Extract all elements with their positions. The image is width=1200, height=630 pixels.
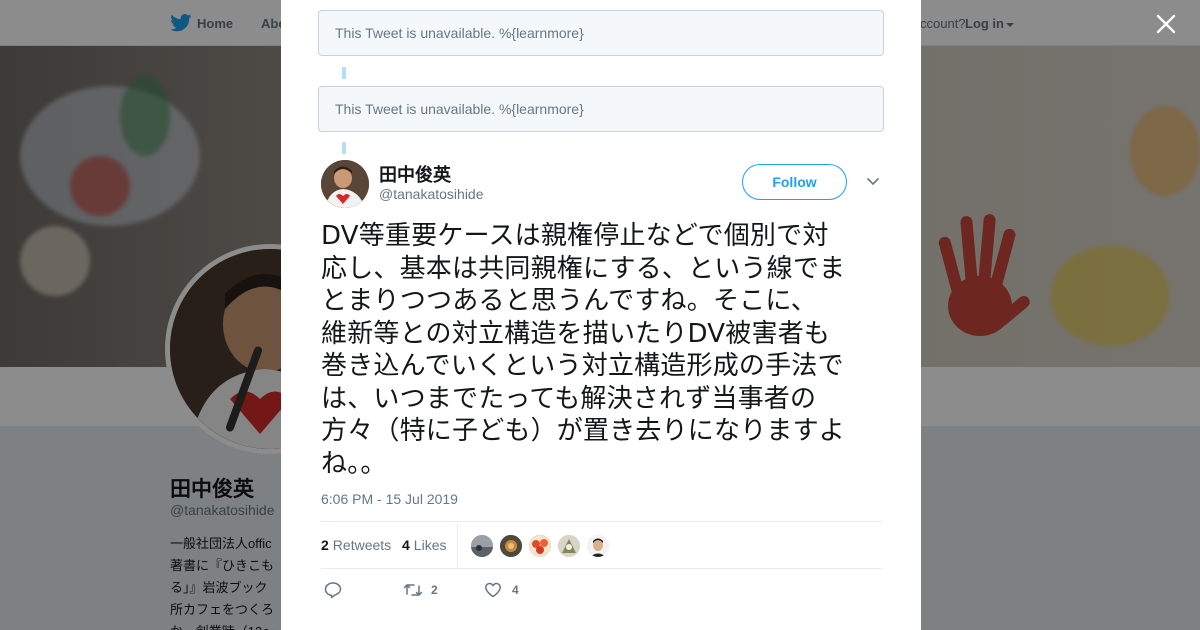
liker-avatar[interactable] [498, 533, 524, 559]
retweets-count: 2 [321, 537, 329, 553]
likes-count: 4 [402, 537, 410, 553]
tweet-author-handle[interactable]: @tanakatosihide [379, 186, 484, 202]
tweet-text-line: とまりつつあると思うんですね。そこに、 [321, 286, 817, 316]
tweet-author-name[interactable]: 田中俊英 [379, 161, 451, 187]
like-count: 4 [512, 583, 519, 597]
close-icon[interactable] [1155, 13, 1177, 35]
unavailable-tweet-notice: This Tweet is unavailable. %{learnmore} [318, 10, 884, 56]
retweets-stat[interactable]: 2 Retweets [321, 537, 391, 553]
tweet-text-line: 応し、基本は共同親権にする、という線でま [321, 253, 846, 284]
chevron-down-icon[interactable] [865, 176, 881, 188]
liker-avatar[interactable] [585, 533, 611, 559]
thread-connector [342, 142, 346, 154]
tweet-text-line: は、いつまでたっても解決されず当事者の [321, 383, 817, 414]
tweet-text-line: 方々（特に子ども）が置き去りになりますよ [321, 416, 846, 446]
thread-connector [342, 67, 346, 79]
retweet-count: 2 [431, 583, 438, 597]
likes-label: Likes [413, 537, 447, 553]
reply-icon [324, 582, 342, 599]
tweet-text-line: 巻き込んでいくという対立構造形成の手法で [321, 351, 844, 381]
tweet-text-line: ね。。 [321, 448, 387, 479]
tweet-text-line: 維新等との対立構造を描いたりDV被害者も [321, 318, 831, 349]
retweets-label: Retweets [332, 537, 392, 553]
liker-photo [558, 535, 580, 557]
likes-stat[interactable]: 4 Likes [402, 537, 446, 553]
tweet-timestamp[interactable]: 6:06 PM - 15 Jul 2019 [321, 491, 458, 507]
liker-photo [471, 535, 493, 557]
heart-icon [485, 582, 501, 598]
follow-button[interactable]: Follow [742, 164, 847, 200]
tweet-author-photo [321, 160, 369, 208]
tweet-permalink-modal: This Tweet is unavailable. %{learnmore} … [281, 0, 921, 630]
liker-photo [587, 535, 609, 557]
liker-avatar[interactable] [469, 533, 495, 559]
like-action[interactable]: 4 [484, 580, 534, 600]
tweet-author-avatar[interactable] [321, 160, 369, 208]
retweet-icon [403, 584, 423, 596]
tweet-text-line: DV等重要ケースは親権停止などで個別で対 [321, 221, 829, 251]
liker-photo [529, 535, 551, 557]
reply-action[interactable] [324, 580, 348, 600]
liker-photo [500, 535, 522, 557]
liker-avatar[interactable] [527, 533, 553, 559]
unavailable-tweet-notice: This Tweet is unavailable. %{learnmore} [318, 86, 884, 132]
tweet-text: DV等重要ケースは親権停止などで個別で対 応し、基本は共同親権にする、という線で… [321, 220, 886, 480]
stats-divider [457, 524, 458, 568]
liker-avatar[interactable] [556, 533, 582, 559]
retweet-action[interactable]: 2 [403, 580, 453, 600]
tweet-stats: 2 Retweets 4 Likes [321, 521, 882, 569]
